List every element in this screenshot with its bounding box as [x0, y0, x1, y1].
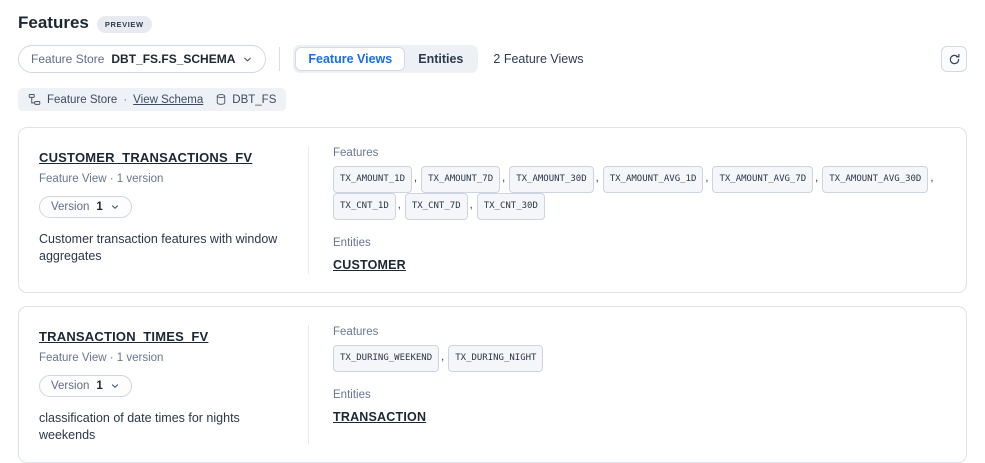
feature-view-description: classification of date times for nights … [39, 410, 284, 444]
feature-chip: TX_AMOUNT_30D [509, 166, 593, 193]
breadcrumb-separator: · [123, 94, 127, 106]
feature-store-select[interactable]: Feature Store DBT_FS.FS_SCHEMA [18, 45, 266, 73]
tab-feature-views[interactable]: Feature Views [295, 47, 405, 71]
feature-chip: TX_CNT_1D [333, 193, 396, 220]
chevron-down-icon [110, 202, 120, 212]
version-select-value: 1 [96, 380, 102, 392]
comma-separator: , [705, 172, 708, 184]
comma-separator: , [414, 172, 417, 184]
feature-view-description: Customer transaction features with windo… [39, 231, 284, 265]
feature-store-select-value: DBT_FS.FS_SCHEMA [111, 52, 235, 66]
feature-chip: TX_CNT_7D [405, 193, 468, 220]
comma-separator: , [441, 351, 444, 363]
entity-link[interactable]: CUSTOMER [333, 258, 406, 272]
breadcrumb-database-name: DBT_FS [232, 94, 276, 106]
comma-separator: , [930, 172, 933, 184]
toolbar-divider [279, 47, 280, 71]
page-header: Features PREVIEW [0, 0, 985, 33]
entities-section-label: Entities [333, 237, 942, 249]
breadcrumb: Feature Store · View Schema DBT_FS [18, 88, 286, 111]
version-select-label: Version [51, 380, 89, 392]
feature-store-hierarchy-icon [28, 93, 41, 106]
version-select-label: Version [51, 201, 89, 213]
feature-chip: TX_AMOUNT_AVG_1D [603, 166, 704, 193]
comma-separator: , [596, 172, 599, 184]
feature-chip: TX_AMOUNT_1D [333, 166, 412, 193]
feature-view-title-link[interactable]: CUSTOMER_TRANSACTIONS_FV [39, 150, 252, 165]
chevron-down-icon [110, 381, 120, 391]
feature-store-select-label: Feature Store [31, 52, 104, 66]
feature-view-subtitle: Feature View · 1 version [39, 352, 284, 364]
entity-link-list: CUSTOMER [333, 256, 942, 274]
breadcrumb-store-label: Feature Store [47, 94, 117, 106]
version-select-value: 1 [96, 201, 102, 213]
preview-badge: PREVIEW [97, 16, 152, 33]
refresh-button[interactable] [941, 46, 967, 72]
database-icon [215, 93, 227, 106]
tab-entities[interactable]: Entities [405, 47, 476, 71]
feature-chip: TX_DURING_WEEKEND [333, 345, 439, 372]
feature-view-title-link[interactable]: TRANSACTION_TIMES_FV [39, 329, 208, 344]
entity-link-list: TRANSACTION [333, 408, 942, 426]
comma-separator: , [398, 199, 401, 211]
feature-view-card: CUSTOMER_TRANSACTIONS_FV Feature View · … [18, 127, 967, 293]
version-select[interactable]: Version 1 [39, 375, 132, 397]
feature-chip-list: TX_DURING_WEEKEND, TX_DURING_NIGHT [333, 345, 942, 372]
comma-separator: , [815, 172, 818, 184]
chevron-down-icon [242, 54, 253, 65]
feature-chip: TX_AMOUNT_AVG_30D [822, 166, 928, 193]
feature-chip: TX_AMOUNT_7D [421, 166, 500, 193]
features-section-label: Features [333, 326, 942, 338]
feature-view-subtitle: Feature View · 1 version [39, 173, 284, 185]
comma-separator: , [470, 199, 473, 211]
comma-separator: , [502, 172, 505, 184]
feature-views-count: 2 Feature Views [493, 52, 583, 66]
feature-chip-list: TX_AMOUNT_1D,TX_AMOUNT_7D,TX_AMOUNT_30D,… [333, 166, 942, 220]
version-select[interactable]: Version 1 [39, 196, 132, 218]
feature-chip: TX_DURING_NIGHT [448, 345, 543, 372]
feature-view-list: CUSTOMER_TRANSACTIONS_FV Feature View · … [18, 127, 967, 463]
refresh-icon [948, 53, 961, 66]
view-tabs: Feature Views Entities [293, 45, 478, 73]
toolbar: Feature Store DBT_FS.FS_SCHEMA Feature V… [18, 45, 967, 73]
feature-chip: TX_AMOUNT_AVG_7D [712, 166, 813, 193]
page-title: Features [18, 13, 89, 33]
entity-link[interactable]: TRANSACTION [333, 410, 426, 424]
entities-section-label: Entities [333, 389, 942, 401]
feature-chip: TX_CNT_30D [477, 193, 545, 220]
view-schema-link[interactable]: View Schema [133, 94, 203, 106]
features-section-label: Features [333, 147, 942, 159]
feature-view-card: TRANSACTION_TIMES_FV Feature View · 1 ve… [18, 306, 967, 463]
breadcrumb-row: Feature Store · View Schema DBT_FS [18, 88, 967, 111]
